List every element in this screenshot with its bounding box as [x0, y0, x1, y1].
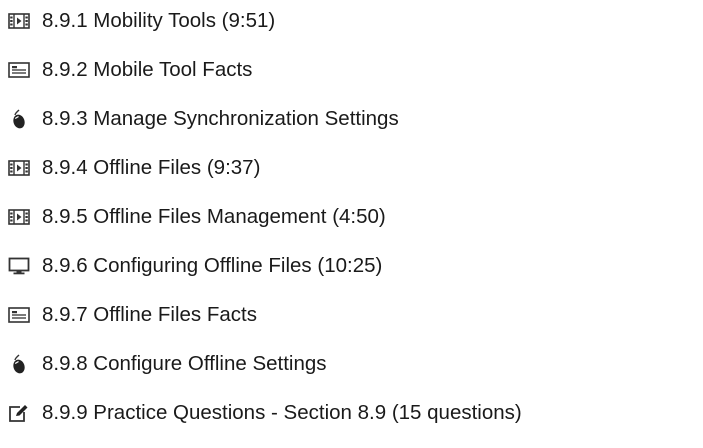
- list-item-8-9-3[interactable]: 8.9.3 Manage Synchronization Settings: [8, 101, 399, 137]
- item-label[interactable]: 8.9.2 Mobile Tool Facts: [42, 59, 252, 81]
- list-item-8-9-8[interactable]: 8.9.8 Configure Offline Settings: [8, 346, 327, 382]
- list-item-8-9-7[interactable]: 8.9.7 Offline Files Facts: [8, 297, 257, 333]
- item-label[interactable]: 8.9.3 Manage Synchronization Settings: [42, 108, 399, 130]
- section-item-list: 8.9.1 Mobility Tools (9:51) 8.9.2 Mobile…: [0, 0, 703, 448]
- video-icon: [8, 10, 30, 32]
- list-item-8-9-1[interactable]: 8.9.1 Mobility Tools (9:51): [8, 3, 275, 39]
- item-label[interactable]: 8.9.1 Mobility Tools (9:51): [42, 10, 275, 32]
- item-label[interactable]: 8.9.6 Configuring Offline Files (10:25): [42, 255, 382, 277]
- list-item-8-9-5[interactable]: 8.9.5 Offline Files Management (4:50): [8, 199, 386, 235]
- item-label[interactable]: 8.9.5 Offline Files Management (4:50): [42, 206, 386, 228]
- video-icon: [8, 206, 30, 228]
- item-label[interactable]: 8.9.7 Offline Files Facts: [42, 304, 257, 326]
- list-item-8-9-6[interactable]: 8.9.6 Configuring Offline Files (10:25): [8, 248, 382, 284]
- item-label[interactable]: 8.9.4 Offline Files (9:37): [42, 157, 260, 179]
- edit-icon: [8, 402, 30, 424]
- list-item-8-9-2[interactable]: 8.9.2 Mobile Tool Facts: [8, 52, 252, 88]
- mouse-icon: [8, 108, 30, 130]
- list-item-8-9-4[interactable]: 8.9.4 Offline Files (9:37): [8, 150, 260, 186]
- monitor-icon: [8, 255, 30, 277]
- list-item-8-9-9[interactable]: 8.9.9 Practice Questions - Section 8.9 (…: [8, 395, 522, 431]
- item-label[interactable]: 8.9.8 Configure Offline Settings: [42, 353, 327, 375]
- mouse-icon: [8, 353, 30, 375]
- item-label[interactable]: 8.9.9 Practice Questions - Section 8.9 (…: [42, 402, 522, 424]
- document-icon: [8, 59, 30, 81]
- video-icon: [8, 157, 30, 179]
- document-icon: [8, 304, 30, 326]
